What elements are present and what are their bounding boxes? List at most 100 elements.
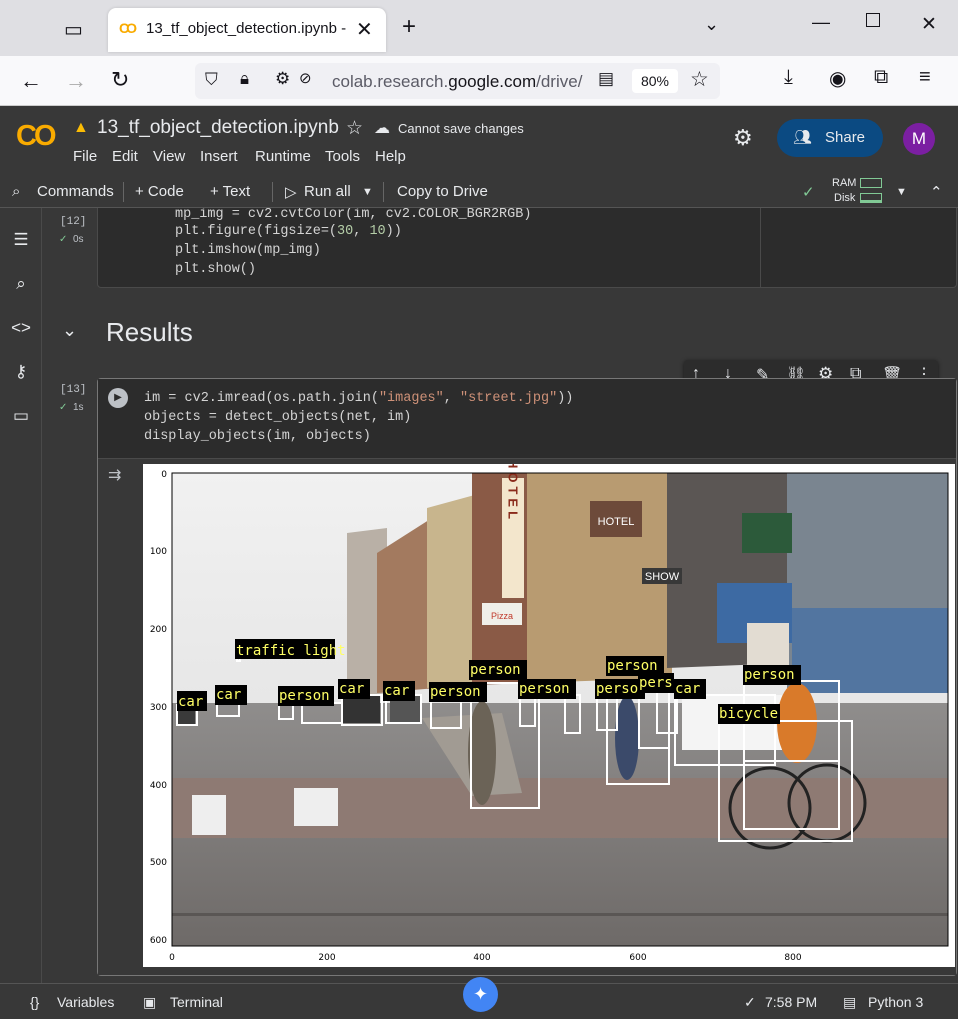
colab-favicon-icon: CO	[119, 20, 137, 36]
menu-icon[interactable]: ≡	[919, 66, 931, 89]
bookmark-star-icon[interactable]: ☆	[690, 67, 709, 92]
commands-button[interactable]: Commands	[37, 183, 114, 200]
label-person: person	[430, 684, 481, 700]
section-heading: Results	[106, 317, 193, 347]
disk-meter[interactable]	[860, 193, 882, 203]
output-plot: HOTEL Pizza HOTEL SHOW traffic light car…	[143, 459, 955, 967]
code-line: im = cv2.imread(os.path.join("images", "…	[144, 391, 574, 406]
check-icon: ✓	[744, 994, 756, 1010]
account-icon[interactable]: ◉	[829, 66, 846, 91]
menu-file[interactable]: File	[73, 148, 97, 165]
copy-to-drive-button[interactable]: Copy to Drive	[397, 183, 488, 200]
gemini-sparkle-icon[interactable]: ✦	[463, 977, 498, 1012]
divider	[383, 182, 384, 202]
downloads-icon[interactable]: ⤓	[784, 66, 793, 89]
menu-insert[interactable]: Insert	[200, 148, 238, 165]
cloud-off-icon: ☁	[374, 120, 390, 137]
lock-icon[interactable]: 🔒︎	[240, 69, 249, 89]
play-icon[interactable]: ▷	[285, 183, 297, 201]
variables-button[interactable]: Variables	[57, 994, 114, 1010]
pedestrian-silhouette	[615, 696, 639, 780]
shield-icon[interactable]: ⛉	[205, 70, 218, 90]
avatar[interactable]: M	[903, 123, 935, 155]
menu-edit[interactable]: Edit	[112, 148, 138, 165]
label-person: person	[470, 662, 521, 678]
menu-view[interactable]: View	[153, 148, 185, 165]
exec-time: 0s	[73, 234, 84, 245]
last-run-time[interactable]: 7:58 PM	[765, 994, 817, 1010]
label-person: person	[607, 658, 658, 674]
label-bicycle: bicycle	[719, 706, 778, 722]
table-of-contents-icon[interactable]: ☰	[10, 230, 32, 252]
forward-icon[interactable]: →	[65, 68, 87, 94]
code-cell-12[interactable]: mp_img = cv2.cvtColor(im, cv2.COLOR_BGR2…	[97, 208, 957, 288]
label-car: car	[384, 683, 409, 699]
label-traffic-light: traffic light	[236, 643, 346, 659]
cyclist-silhouette	[777, 683, 817, 763]
x-tick-label: 400	[473, 953, 490, 963]
url-bar[interactable]: ⛉ 🔒︎ ⚙ ⊘ colab.research.google.com/drive…	[195, 63, 720, 99]
url-text[interactable]: colab.research.google.com/drive/	[332, 72, 582, 92]
close-window-icon[interactable]: ✕	[921, 13, 937, 36]
add-code-button[interactable]: + Code	[135, 183, 184, 200]
run-all-dropdown-icon[interactable]: ▼	[362, 186, 373, 198]
y-tick-label: 0	[161, 470, 167, 480]
resources-dropdown-icon[interactable]: ▼	[896, 186, 907, 198]
camera-blocked-icon[interactable]: ⊘	[299, 69, 312, 87]
people-icon: 👥︎	[793, 129, 813, 146]
close-tab-icon[interactable]: ✕	[356, 17, 373, 42]
browser-nav-bar: ← → ↻ ⛉ 🔒︎ ⚙ ⊘ colab.research.google.com…	[0, 56, 958, 106]
files-folder-icon[interactable]: ▭	[10, 406, 32, 428]
run-cell-play-icon[interactable]: ▶	[108, 388, 128, 408]
maximize-icon[interactable]	[866, 13, 880, 27]
show-sign-text: SHOW	[645, 571, 680, 583]
menu-runtime[interactable]: Runtime	[255, 148, 311, 165]
pedestrian-silhouette	[468, 701, 496, 805]
status-bar: {} Variables ▣ Terminal ✦ ✓ 7:58 PM ▤ Py…	[0, 977, 958, 1019]
run-all-button[interactable]: Run all	[304, 183, 351, 200]
reload-icon[interactable]: ↻	[111, 67, 129, 93]
tab-list-icon[interactable]: ▭	[64, 17, 83, 42]
runtime-label[interactable]: Python 3	[868, 994, 923, 1010]
reader-view-icon[interactable]: ▤	[598, 69, 614, 89]
collapse-section-icon[interactable]: ⌄	[62, 320, 77, 341]
add-text-button[interactable]: + Text	[210, 183, 250, 200]
ram-meter[interactable]	[860, 178, 882, 188]
y-tick-label: 600	[150, 936, 167, 946]
search-icon[interactable]: ⌕	[12, 183, 20, 200]
share-button[interactable]: 👥︎ Share	[777, 119, 883, 157]
label-car: car	[339, 681, 364, 697]
code-line: plt.imshow(mp_img)	[175, 243, 321, 258]
code-snippets-icon[interactable]: <>	[10, 318, 32, 340]
settings-gear-icon[interactable]: ⚙	[733, 125, 753, 151]
collapse-icon[interactable]: ⌃	[930, 183, 943, 201]
permissions-icon[interactable]: ⚙	[275, 69, 290, 89]
zoom-level[interactable]: 80%	[632, 69, 678, 93]
back-icon[interactable]: ←	[20, 68, 42, 94]
x-tick-label: 800	[784, 953, 801, 963]
colab-logo[interactable]: CO	[16, 120, 56, 153]
notebook-toolbar: ⌕ Commands + Code + Text ▷ Run all ▼ Cop…	[0, 174, 958, 208]
connected-check-icon: ✓	[802, 184, 815, 201]
menu-help[interactable]: Help	[375, 148, 406, 165]
crosswalk-stripe	[192, 795, 226, 835]
star-icon[interactable]: ☆	[346, 117, 363, 140]
tab-title: 13_tf_object_detection.ipynb - C	[146, 20, 351, 37]
chevron-down-icon[interactable]: ⌄	[704, 14, 719, 35]
browser-tab[interactable]: CO 13_tf_object_detection.ipynb - C ✕	[108, 8, 386, 52]
find-icon[interactable]: ⌕	[10, 274, 32, 296]
extensions-icon[interactable]: ⧉	[874, 66, 888, 89]
braces-icon[interactable]: {}	[30, 994, 39, 1010]
green-sign	[742, 513, 792, 553]
notebook-title[interactable]: 13_tf_object_detection.ipynb	[97, 117, 339, 139]
check-icon: ✓	[59, 402, 68, 413]
secrets-key-icon[interactable]: ⚷	[10, 362, 32, 384]
output-toggle-icon[interactable]: ⇉	[108, 465, 121, 485]
terminal-button[interactable]: Terminal	[170, 994, 223, 1010]
menu-tools[interactable]: Tools	[325, 148, 360, 165]
minimize-icon[interactable]: —	[812, 12, 830, 33]
new-tab-icon[interactable]: +	[402, 13, 416, 41]
drive-icon: ▲	[73, 119, 89, 136]
exec-count: [12]	[60, 216, 87, 228]
terminal-icon[interactable]: ▣	[143, 994, 156, 1011]
